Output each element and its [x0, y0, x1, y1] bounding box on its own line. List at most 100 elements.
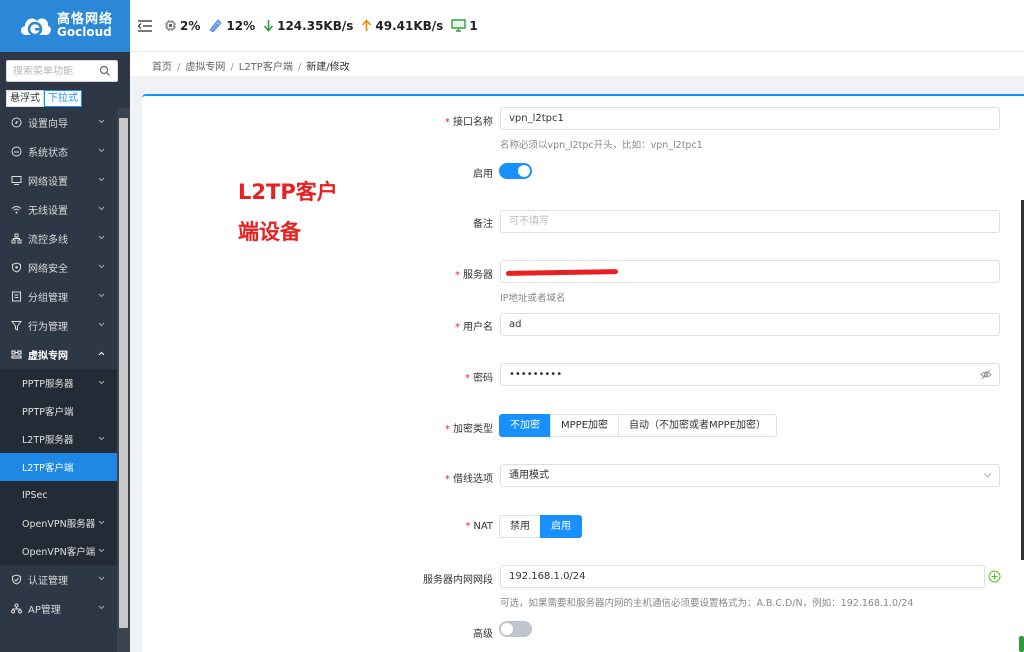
sidebar-subitem-ipsec[interactable]: IPSec: [0, 481, 117, 509]
sidebar-item-auth-management[interactable]: 认证管理: [0, 565, 117, 594]
sidebar-menu: 设置向导 系统状态 网络设置 无线设置 流控多线 网络安全 分组管理 行为管理 …: [0, 108, 117, 623]
chevron-down-icon: [98, 380, 105, 385]
menu-search-input[interactable]: [13, 65, 97, 77]
sidebar-subitem-openvpn-server[interactable]: OpenVPN服务器: [0, 509, 117, 537]
chevron-up-icon: [98, 351, 105, 356]
ifname-help: 名称必须以vpn_l2tpc开头，比如：vpn_l2tpc1: [500, 140, 703, 151]
network-icon: [10, 233, 22, 245]
server-help: IP地址或者域名: [500, 293, 566, 304]
compass-icon: [10, 117, 22, 129]
encrypt-options: 不加密 MPPE加密 自动（不加密或者MPPE加密）: [499, 414, 778, 437]
mode-dropdown-button[interactable]: 下拉式: [44, 90, 82, 107]
sidebar-subitem-l2tp-server[interactable]: L2TP服务器: [0, 425, 117, 453]
sidebar-item-system-status[interactable]: 系统状态: [0, 137, 117, 166]
encrypt-mppe-button[interactable]: MPPE加密: [550, 414, 620, 437]
chevron-down-icon[interactable]: [983, 472, 992, 479]
encrypt-auto-button[interactable]: 自动（不加密或者MPPE加密）: [618, 414, 778, 437]
username-input[interactable]: ad: [500, 313, 1000, 336]
upload-stat: 49.41KB/s: [361, 19, 443, 33]
enable-switch[interactable]: [499, 163, 532, 179]
breadcrumb-l2tp-client[interactable]: L2TP客户端: [239, 62, 293, 73]
chevron-down-icon: [98, 235, 105, 240]
sidebar-subitem-openvpn-client[interactable]: OpenVPN客户端: [0, 537, 117, 565]
sidebar-item-ap-management[interactable]: AP管理: [0, 594, 117, 623]
search-icon[interactable]: [99, 65, 111, 77]
nat-enable-button[interactable]: 启用: [540, 515, 582, 538]
brand-name-en: Gocloud: [57, 25, 112, 39]
filter-icon: [10, 320, 22, 332]
group-icon: [10, 291, 22, 303]
arrow-down-icon: [264, 20, 274, 32]
password-label: 密码: [473, 373, 493, 384]
route-select[interactable]: 通用模式: [500, 464, 1000, 487]
logo[interactable]: 高恪网络 Gocloud: [0, 0, 130, 52]
topbar: 2% 12% 124.35KB/s 49.41KB/s 1: [130, 0, 1024, 52]
nat-label: NAT: [473, 521, 493, 532]
subnet-input[interactable]: 192.168.1.0/24: [500, 565, 985, 588]
sidebar: 高恪网络 Gocloud 悬浮式 下拉式 设置向导 系统状态 网络设置 无线设置: [0, 0, 130, 652]
sidebar-item-traffic-multiline[interactable]: 流控多线: [0, 224, 117, 253]
memory-icon: [209, 19, 222, 32]
subnet-label: 服务器内网网段: [423, 575, 493, 586]
remark-input[interactable]: 可不填写: [500, 210, 1000, 233]
chevron-down-icon: [98, 177, 105, 182]
chevron-down-icon: [98, 148, 105, 153]
breadcrumb-current: 新建/修改: [306, 62, 350, 73]
annotation-text: L2TP客户端设备: [238, 180, 338, 244]
sidebar-item-wireless[interactable]: 无线设置: [0, 195, 117, 224]
devices-stat: 1: [451, 19, 478, 33]
sidebar-item-vpn[interactable]: 虚拟专网: [0, 340, 117, 369]
encrypt-none-button[interactable]: 不加密: [499, 414, 551, 437]
dashboard-icon: [10, 146, 22, 158]
enable-label: 启用: [473, 169, 493, 180]
encrypt-label: 加密类型: [453, 424, 493, 435]
remark-label: 备注: [473, 219, 493, 230]
check-shield-icon: [10, 574, 22, 586]
chevron-down-icon: [98, 436, 105, 441]
sidebar-item-behavior-management[interactable]: 行为管理: [0, 311, 117, 340]
window-edge-marker: [1019, 636, 1024, 652]
mode-float-button[interactable]: 悬浮式: [6, 90, 44, 107]
cpu-icon: [165, 20, 176, 31]
breadcrumb-home[interactable]: 首页: [152, 62, 172, 73]
password-input[interactable]: •••••••••: [500, 363, 1000, 386]
memory-stat: 12%: [208, 19, 255, 33]
chevron-down-icon: [98, 576, 105, 581]
eye-off-icon[interactable]: [980, 369, 992, 380]
sidebar-subitem-pptp-server[interactable]: PPTP服务器: [0, 369, 117, 397]
sidebar-item-group-management[interactable]: 分组管理: [0, 282, 117, 311]
chevron-down-icon: [98, 520, 105, 525]
chevron-down-icon: [98, 548, 105, 553]
chevron-down-icon: [98, 293, 105, 298]
download-stat: 124.35KB/s: [263, 19, 353, 33]
menu-search[interactable]: [6, 60, 118, 82]
ap-icon: [10, 603, 22, 615]
breadcrumb-vpn[interactable]: 虚拟专网: [185, 62, 225, 73]
nat-disable-button[interactable]: 禁用: [499, 515, 541, 538]
menu-fold-icon[interactable]: [138, 19, 152, 32]
chevron-down-icon: [98, 206, 105, 211]
ifname-input[interactable]: vpn_l2tpc1: [500, 107, 1000, 130]
vpn-icon: [10, 349, 22, 361]
menu-mode-switch: 悬浮式 下拉式: [6, 90, 82, 107]
advanced-label: 高级: [473, 629, 493, 640]
sidebar-item-setup-wizard[interactable]: 设置向导: [0, 108, 117, 137]
sidebar-subitem-pptp-client[interactable]: PPTP客户端: [0, 397, 117, 425]
add-circle-icon[interactable]: [988, 570, 1001, 583]
sidebar-item-network-security[interactable]: 网络安全: [0, 253, 117, 282]
device-monitor-icon: [451, 19, 467, 32]
wifi-icon: [10, 204, 22, 216]
monitor-icon: [10, 175, 22, 187]
sidebar-subitem-l2tp-client[interactable]: L2TP客户端: [0, 453, 117, 481]
breadcrumb: 首页 / 虚拟专网 / L2TP客户端 / 新建/修改: [152, 62, 350, 73]
username-label: 用户名: [463, 322, 493, 333]
sidebar-scrollbar-thumb[interactable]: [119, 118, 128, 628]
sidebar-item-network-settings[interactable]: 网络设置: [0, 166, 117, 195]
ifname-label: 接口名称: [453, 117, 493, 128]
sidebar-scrollbar[interactable]: [117, 108, 130, 652]
route-label: 借线选项: [453, 474, 493, 485]
chevron-down-icon: [98, 119, 105, 124]
chevron-down-icon: [98, 264, 105, 269]
server-label: 服务器: [463, 270, 493, 281]
advanced-switch[interactable]: [499, 621, 532, 637]
